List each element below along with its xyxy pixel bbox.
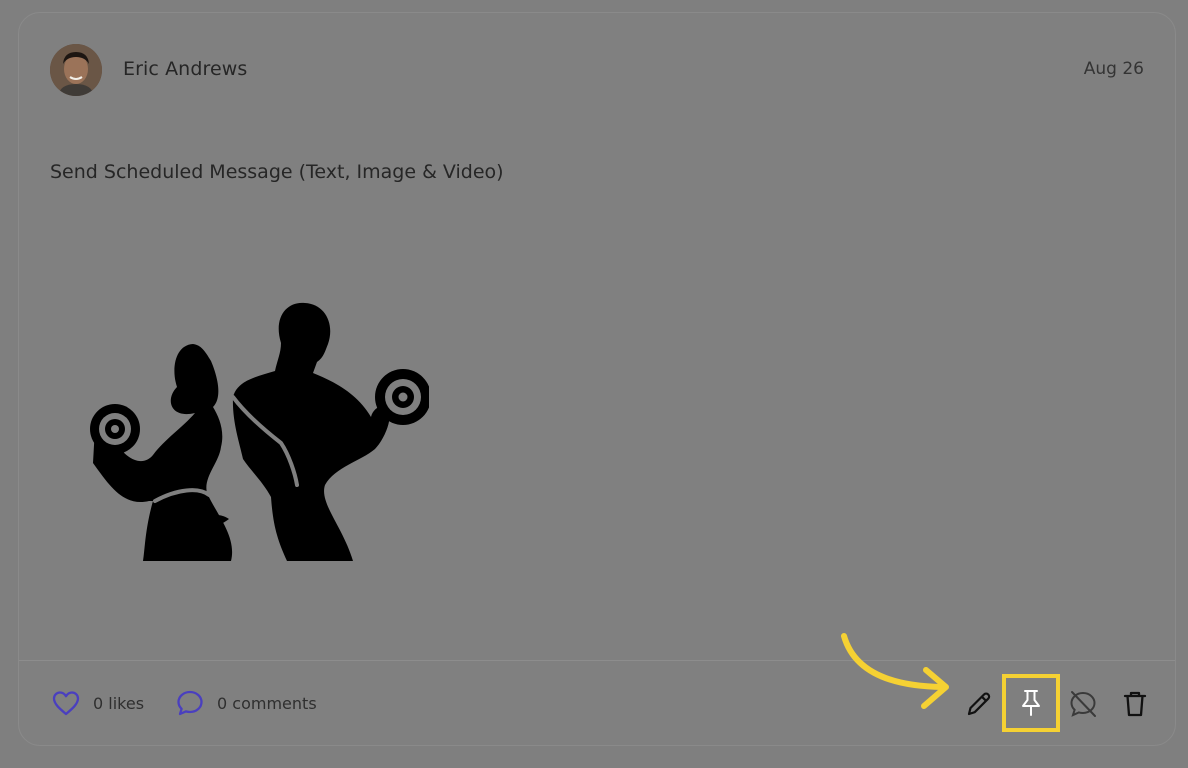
heart-icon	[52, 691, 80, 716]
comment-off-icon	[1070, 691, 1096, 717]
post-header: Eric Andrews Aug 26	[50, 44, 1144, 96]
avatar[interactable]	[50, 44, 102, 96]
fitness-couple-image	[90, 302, 429, 561]
post-date: Aug 26	[1083, 59, 1144, 79]
likes-count: 0 likes	[93, 693, 145, 713]
post-card: Eric Andrews Aug 26 Send Scheduled Messa…	[18, 12, 1176, 746]
avatar-image	[50, 44, 102, 96]
chat-bubble-icon	[177, 690, 203, 716]
pin-icon	[1022, 690, 1040, 716]
footer-divider	[19, 660, 1175, 661]
comments-button[interactable]: 0 comments	[176, 689, 317, 717]
edit-button[interactable]	[959, 684, 999, 724]
pencil-icon	[967, 692, 991, 716]
post-text: Send Scheduled Message (Text, Image & Vi…	[50, 161, 504, 183]
disable-comments-button[interactable]	[1063, 684, 1103, 724]
author-name[interactable]: Eric Andrews	[123, 58, 247, 80]
like-button[interactable]: 0 likes	[52, 690, 144, 716]
comments-count: 0 comments	[217, 693, 317, 713]
delete-button[interactable]	[1115, 684, 1155, 724]
post-stats: 0 likes 0 comments	[52, 689, 349, 717]
pin-button[interactable]	[1002, 674, 1060, 732]
trash-icon	[1123, 691, 1147, 717]
